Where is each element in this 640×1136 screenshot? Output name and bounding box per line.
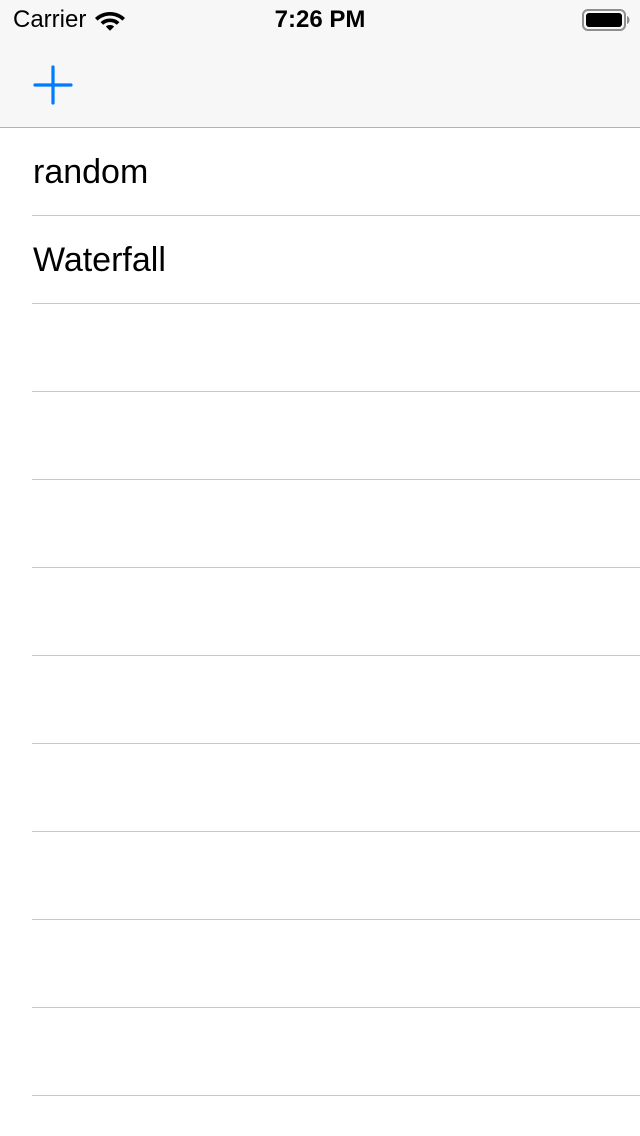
empty-list-row	[0, 656, 640, 744]
plus-icon[interactable]	[32, 64, 74, 106]
clock: 7:26 PM	[274, 6, 366, 33]
list-item[interactable]: Waterfall	[0, 216, 640, 304]
battery-full-icon	[582, 9, 630, 31]
empty-list-row	[0, 392, 640, 480]
list-item[interactable]: random	[0, 128, 640, 216]
empty-list-row	[0, 568, 640, 656]
top-bars: Carrier 7:26 PM	[0, 0, 640, 128]
empty-list-row	[0, 832, 640, 920]
empty-list-row	[0, 1008, 640, 1096]
navigation-bar	[0, 40, 640, 128]
list-item-label: Waterfall	[33, 241, 166, 279]
empty-list-row	[0, 744, 640, 832]
status-bar: Carrier 7:26 PM	[0, 0, 640, 40]
empty-list-row	[0, 304, 640, 392]
list-item-label: random	[33, 153, 149, 191]
empty-list-row	[0, 480, 640, 568]
table-list: random Waterfall	[0, 128, 640, 1096]
empty-list-row	[0, 920, 640, 1008]
screen: Carrier 7:26 PM random Waterfall	[0, 0, 640, 1136]
